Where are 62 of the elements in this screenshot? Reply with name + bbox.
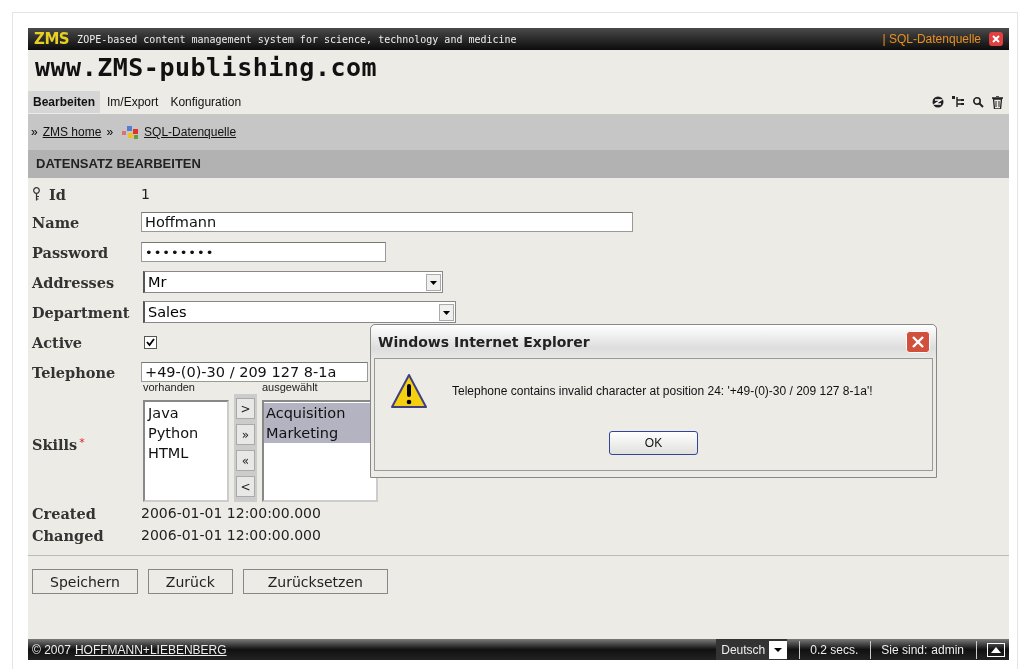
context-link[interactable]: | SQL-Datenquelle [882,32,981,46]
tab[interactable]: Im/Export [102,91,164,113]
trash-icon[interactable] [992,95,1003,109]
field-label: Name [32,213,80,231]
form-button[interactable]: Zurück [147,569,233,594]
tree-icon[interactable] [952,96,964,108]
field-label: Addresses [32,273,115,291]
available-list[interactable]: Java Python HTML [143,400,229,502]
move-button[interactable]: > [236,398,255,419]
input-field[interactable]: +49-(0)-30 / 209 127 8-1a [141,362,368,382]
field-label: Department [32,303,130,321]
input-field[interactable]: Hoffmann [141,212,633,232]
ok-button[interactable]: OK [609,431,698,455]
dialog-message: Telephone contains invalid character at position 24: '+49-(0)-30 / 209 127 8-1a'! [452,384,873,398]
section-title: DATENSATZ BEARBEITEN [28,150,1009,178]
field-label: Telephone [32,363,116,381]
collapse-icon[interactable] [987,642,1005,657]
tagline: ZOPE-based content management system for science, technology and medicine [77,33,517,45]
field-label: Password [32,243,109,261]
field-label: Created [32,504,96,522]
required-mark: * [79,436,85,449]
copyright: © 2007 [32,642,71,657]
language-select[interactable]: Deutsch [716,639,788,660]
input-field[interactable]: •••••••• [141,242,386,262]
move-button[interactable]: < [236,476,255,497]
field-label: Id [49,185,66,203]
field-value: 1 [141,186,150,202]
key-icon [32,187,41,201]
search-icon[interactable] [972,96,984,108]
site-title: www.ZMS-publishing.com [28,50,1009,90]
move-button[interactable]: « [236,450,255,471]
form-button[interactable]: Zurücksetzen [242,569,388,594]
user-label: Sie sind: [881,642,928,657]
dropdown[interactable]: Mr [143,271,443,293]
dropdown[interactable]: Sales [143,301,456,323]
form-button[interactable]: Speichern [32,569,138,594]
list-caption: ausgewählt [262,381,319,394]
move-button[interactable]: » [236,424,255,445]
selected-list[interactable]: Acquisition Marketing [262,400,378,502]
render-time: 0.2 secs. [810,642,859,657]
user-name: admin [931,642,964,657]
tab[interactable]: Konfiguration [165,91,247,113]
tab[interactable]: Bearbeiten [28,91,101,113]
checkbox[interactable] [144,335,157,349]
blocks-icon [122,125,140,139]
breadcrumb-separator: » [106,125,114,139]
zms-logo: ZMS [34,30,70,48]
breadcrumb-link[interactable]: ZMS home [42,125,102,139]
breadcrumb-separator: » [31,125,38,139]
field-value: 2006-01-01 12:00:00.000 [141,527,321,543]
breadcrumb-link[interactable]: SQL-Datenquelle [144,125,237,139]
close-icon[interactable] [989,32,1003,46]
field-label: Active [32,333,82,351]
field-label: Skills [32,436,78,453]
close-icon[interactable] [906,330,930,353]
dialog-title: Windows Internet Explorer [378,333,590,350]
warning-icon [390,373,428,409]
company-link[interactable]: HOFFMANN+LIEBENBERG [74,642,227,657]
zope-icon[interactable] [932,96,944,108]
field-value: 2006-01-01 12:00:00.000 [141,505,321,521]
list-caption: vorhanden [143,381,196,394]
field-label: Changed [32,526,104,544]
